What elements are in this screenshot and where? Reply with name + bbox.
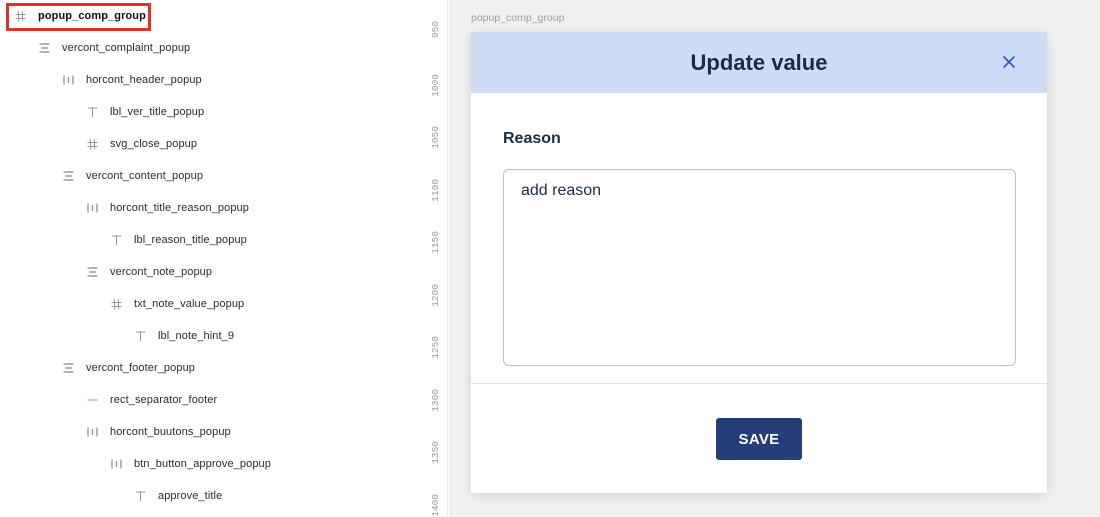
layer-item[interactable]: vercont_complaint_popup — [38, 36, 190, 60]
layer-item[interactable]: vercont_note_popup — [86, 260, 212, 284]
frame-hash-icon — [110, 297, 122, 311]
reason-title: Reason — [503, 130, 561, 147]
ruler-tick: 950 — [428, 21, 448, 61]
horizontal-stack-icon — [86, 201, 98, 215]
ruler-tick: 1250 — [428, 336, 448, 376]
vertical-stack-icon — [62, 169, 74, 183]
layer-item[interactable]: vercont_footer_popup — [62, 356, 195, 380]
ruler-tick-label: 1200 — [430, 283, 441, 307]
vertical-ruler: 950 1000 1050 1100 1150 1200 1250 1300 1350 1400 — [428, 0, 448, 517]
layer-label: txt_note_value_popup — [134, 298, 245, 310]
layer-item[interactable]: svg_close_popup — [86, 132, 197, 156]
design-canvas[interactable]: popup_comp_group Update value Reason add… — [449, 0, 1100, 517]
layer-label: horcont_title_reason_popup — [110, 202, 249, 214]
vertical-stack-icon — [38, 41, 50, 55]
layer-label: btn_button_approve_popup — [134, 458, 271, 470]
layer-label: vercont_note_popup — [110, 266, 213, 278]
horizontal-stack-icon — [62, 73, 74, 87]
layer-label: rect_separator_footer — [110, 394, 218, 406]
ruler-tick-label: 1300 — [430, 388, 441, 412]
layer-item[interactable]: horcont_header_popup — [62, 68, 202, 92]
ruler-tick: 1100 — [428, 179, 448, 219]
ruler-tick: 1000 — [428, 74, 448, 114]
layer-label: approve_title — [158, 490, 223, 502]
text-icon — [134, 329, 146, 343]
line-icon — [86, 393, 98, 407]
frame-hash-icon — [14, 9, 26, 23]
layers-panel: popup_comp_group vercont_complaint_popuph… — [0, 0, 428, 517]
ruler-tick-label: 950 — [430, 21, 441, 39]
ruler-tick-label: 1400 — [430, 493, 441, 517]
text-icon — [86, 105, 98, 119]
layer-label: horcont_header_popup — [86, 74, 202, 86]
layer-item[interactable]: txt_note_value_popup — [110, 292, 244, 316]
footer-separator — [471, 383, 1047, 384]
layer-item[interactable]: lbl_note_hint_9 — [134, 324, 234, 348]
text-icon — [134, 489, 146, 503]
layer-label: vercont_content_popup — [86, 170, 204, 182]
ruler-tick: 1350 — [428, 441, 448, 481]
ruler-tick-label: 1050 — [430, 126, 441, 149]
layer-item[interactable]: vercont_content_popup — [62, 164, 203, 188]
ruler-tick-label: 1100 — [430, 178, 441, 202]
ruler-tick: 1400 — [428, 494, 448, 517]
layer-item[interactable]: lbl_ver_title_popup — [86, 100, 204, 124]
horizontal-stack-icon — [86, 425, 98, 439]
layer-item[interactable]: btn_button_approve_popup — [110, 452, 271, 476]
layer-label: lbl_ver_title_popup — [110, 106, 205, 118]
layer-item[interactable]: horcont_buutons_popup — [86, 420, 231, 444]
layer-label: lbl_note_hint_9 — [158, 330, 235, 342]
popup-frame[interactable]: Update value Reason add reason SAVE — [471, 32, 1047, 493]
text-icon — [110, 233, 122, 247]
vertical-stack-icon — [86, 265, 98, 279]
ruler-tick-label: 1150 — [430, 231, 441, 254]
layer-label: horcont_buutons_popup — [110, 426, 231, 438]
ruler-tick-label: 1000 — [430, 73, 441, 97]
layer-label: vercont_footer_popup — [86, 362, 196, 374]
layer-item[interactable]: lbl_reason_title_popup — [110, 228, 247, 252]
horizontal-stack-icon — [110, 457, 122, 471]
close-icon[interactable] — [1001, 54, 1017, 70]
layer-item[interactable]: horcont_title_reason_popup — [86, 196, 249, 220]
ruler-tick-label: 1250 — [430, 336, 441, 359]
ruler-tick: 1150 — [428, 231, 448, 271]
layer-item[interactable]: popup_comp_group — [14, 4, 146, 28]
layer-label: vercont_complaint_popup — [62, 42, 191, 54]
ruler-tick-label: 1350 — [430, 441, 441, 464]
popup-title: Update value — [690, 49, 828, 75]
note-value: add reason — [521, 182, 602, 199]
layer-label: lbl_reason_title_popup — [134, 234, 247, 246]
vertical-stack-icon — [62, 361, 74, 375]
layer-label: popup_comp_group — [38, 10, 146, 22]
layer-item[interactable]: approve_title — [134, 484, 222, 508]
ruler-tick: 1050 — [428, 126, 448, 166]
popup-header: Update value — [471, 32, 1047, 93]
ruler-tick: 1200 — [428, 284, 448, 324]
reason-note-input[interactable]: add reason — [503, 169, 1016, 366]
save-button[interactable]: SAVE — [716, 418, 802, 460]
layer-label: svg_close_popup — [110, 138, 198, 150]
ruler-tick: 1300 — [428, 389, 448, 429]
frame-hash-icon — [86, 137, 98, 151]
frame-label[interactable]: popup_comp_group — [471, 12, 564, 24]
layer-item[interactable]: rect_separator_footer — [86, 388, 217, 412]
